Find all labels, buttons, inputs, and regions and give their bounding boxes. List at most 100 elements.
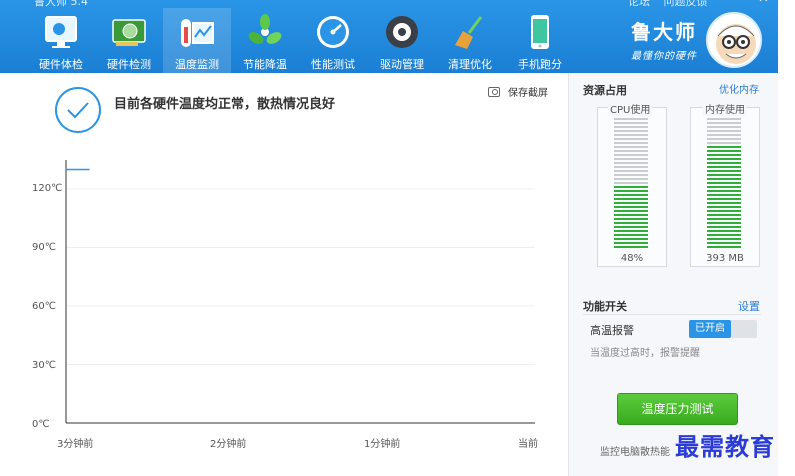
meter-bar-segment bbox=[614, 146, 648, 148]
meter-bar-segment bbox=[614, 130, 648, 132]
minimize-button[interactable]: — bbox=[738, 0, 751, 6]
cpu-meter-label: CPU使用 bbox=[608, 101, 653, 116]
brand-slogan: 最懂你的硬件 bbox=[631, 51, 697, 62]
resource-title: 资源占用 bbox=[583, 84, 627, 97]
memory-bar-stack bbox=[707, 118, 741, 250]
watermark: 最需教育 bbox=[675, 432, 775, 461]
meter-bar-segment bbox=[707, 134, 741, 136]
meter-bar-segment bbox=[614, 230, 648, 232]
meter-bar-segment bbox=[707, 234, 741, 236]
right-margin bbox=[778, 73, 795, 476]
meter-bar-segment bbox=[614, 174, 648, 176]
meter-bar-segment bbox=[614, 210, 648, 212]
x-tick-label: 2分钟前 bbox=[210, 439, 247, 450]
meter-bar-segment bbox=[707, 118, 741, 120]
meter-bar-segment bbox=[614, 218, 648, 220]
forum-link[interactable]: 论坛 bbox=[628, 0, 650, 8]
temperature-chart bbox=[65, 160, 535, 424]
x-tick-label: 当前 bbox=[518, 439, 538, 450]
memory-value: 393 MB bbox=[706, 253, 744, 264]
meter-bar-segment bbox=[614, 222, 648, 224]
stress-test-button[interactable]: 温度压力测试 bbox=[617, 393, 738, 425]
meter-bar-segment bbox=[614, 186, 648, 188]
optimize-memory-link[interactable]: 优化内存 bbox=[719, 81, 759, 96]
meter-bar-segment bbox=[614, 142, 648, 144]
cpu-value: 48% bbox=[620, 253, 644, 264]
meter-bar-segment bbox=[614, 170, 648, 172]
meter-bar-segment bbox=[707, 190, 741, 192]
meter-bar-segment bbox=[707, 142, 741, 144]
x-tick-label: 1分钟前 bbox=[364, 439, 401, 450]
meter-bar-segment bbox=[707, 226, 741, 228]
meter-bar-segment bbox=[707, 162, 741, 164]
y-tick-label: 90℃ bbox=[32, 242, 56, 253]
meter-bar-segment bbox=[614, 122, 648, 124]
mascot-icon bbox=[716, 24, 756, 64]
meter-bar-segment bbox=[614, 162, 648, 164]
meter-bar-segment bbox=[707, 214, 741, 216]
meter-bar-segment bbox=[614, 182, 648, 184]
close-button[interactable]: ✕ bbox=[758, 0, 769, 6]
meter-bar-segment bbox=[707, 178, 741, 180]
meter-bar-segment bbox=[707, 246, 741, 248]
meter-bar-segment bbox=[614, 202, 648, 204]
meter-bar-segment bbox=[614, 238, 648, 240]
meter-bar-segment bbox=[707, 154, 741, 156]
x-tick-label: 3分钟前 bbox=[57, 439, 94, 450]
high-temp-alarm-toggle[interactable]: 已开启 bbox=[689, 320, 757, 338]
brand-name: 鲁大师 bbox=[631, 20, 697, 44]
meter-bar-segment bbox=[614, 150, 648, 152]
divider bbox=[583, 314, 761, 315]
meter-bar-segment bbox=[614, 194, 648, 196]
alarm-description: 当温度过高时，报警提醒 bbox=[590, 348, 700, 359]
meter-bar-segment bbox=[614, 226, 648, 228]
meter-bar-segment bbox=[614, 166, 648, 168]
y-tick-label: 60℃ bbox=[32, 301, 56, 312]
meter-bar-segment bbox=[614, 178, 648, 180]
toggle-state: 已开启 bbox=[689, 320, 731, 338]
meter-bar-segment bbox=[707, 218, 741, 220]
meter-bar-segment bbox=[707, 126, 741, 128]
meter-bar-segment bbox=[707, 130, 741, 132]
meter-bar-segment bbox=[707, 206, 741, 208]
meter-bar-segment bbox=[614, 126, 648, 128]
meter-bar-segment bbox=[614, 158, 648, 160]
meter-bar-segment bbox=[614, 246, 648, 248]
feedback-link[interactable]: 问题反馈 bbox=[664, 0, 708, 8]
function-title: 功能开关 bbox=[583, 300, 627, 313]
meter-bar-segment bbox=[614, 206, 648, 208]
meter-bar-segment bbox=[614, 134, 648, 136]
cpu-meter bbox=[597, 107, 667, 267]
meter-bar-segment bbox=[707, 242, 741, 244]
meter-bar-segment bbox=[707, 174, 741, 176]
meter-bar-segment bbox=[707, 230, 741, 232]
meter-bar-segment bbox=[707, 170, 741, 172]
meter-bar-segment bbox=[707, 150, 741, 152]
meter-bar-segment bbox=[707, 186, 741, 188]
meter-bar-segment bbox=[614, 118, 648, 120]
settings-link[interactable]: 设置 bbox=[738, 298, 760, 314]
memory-meter bbox=[690, 107, 760, 267]
meter-bar-segment bbox=[707, 202, 741, 204]
meter-bar-segment bbox=[707, 210, 741, 212]
monitor-description: 监控电脑散热能 bbox=[600, 447, 670, 458]
meter-bar-segment bbox=[707, 194, 741, 196]
cpu-bar-stack bbox=[614, 118, 648, 250]
brand: 鲁大师 最懂你的硬件 bbox=[624, 16, 704, 62]
high-temp-alarm-label: 高温报警 bbox=[590, 324, 634, 337]
meter-bar-segment bbox=[614, 214, 648, 216]
meter-bar-segment bbox=[707, 166, 741, 168]
meter-bar-segment bbox=[707, 138, 741, 140]
y-tick-label: 120℃ bbox=[32, 183, 63, 194]
y-tick-label: 30℃ bbox=[32, 360, 56, 371]
meter-bar-segment bbox=[614, 242, 648, 244]
meter-bar-segment bbox=[614, 234, 648, 236]
meter-bar-segment bbox=[707, 158, 741, 160]
meter-bar-segment bbox=[707, 198, 741, 200]
avatar[interactable] bbox=[706, 12, 762, 68]
meter-bar-segment bbox=[707, 222, 741, 224]
meter-bar-segment bbox=[614, 138, 648, 140]
meter-bar-segment bbox=[707, 146, 741, 148]
meter-bar-segment bbox=[614, 154, 648, 156]
meter-bar-segment bbox=[707, 182, 741, 184]
